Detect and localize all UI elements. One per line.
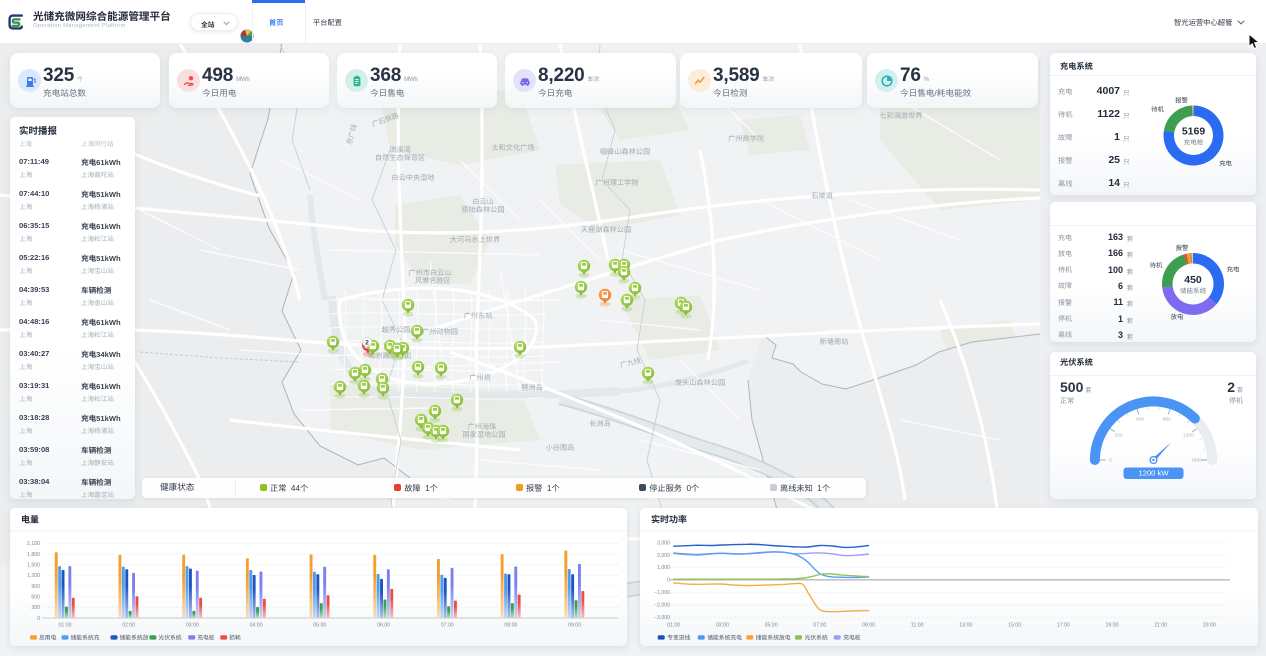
svg-text:广州商学院: 广州商学院 xyxy=(728,134,764,143)
svg-text:0: 0 xyxy=(1109,457,1112,463)
svg-text:02:00: 02:00 xyxy=(122,623,135,629)
svg-text:实时功率: 实时功率 xyxy=(651,515,687,525)
svg-text:09:00: 09:00 xyxy=(862,623,875,629)
svg-text:08:00: 08:00 xyxy=(504,623,517,629)
svg-text:琶洲岛: 琶洲岛 xyxy=(521,383,543,392)
svg-text:专变进线: 专变进线 xyxy=(667,635,690,642)
svg-text:待机: 待机 xyxy=(1151,106,1164,114)
svg-text:自然生态保育区: 自然生态保育区 xyxy=(375,153,425,162)
svg-text:广州理工学院: 广州理工学院 xyxy=(595,178,638,187)
svg-text:原始森林公园: 原始森林公园 xyxy=(461,205,504,214)
svg-text:新塘南站: 新塘南站 xyxy=(820,337,849,346)
svg-text:1600: 1600 xyxy=(1191,457,1202,463)
svg-text:充电: 充电 xyxy=(1227,266,1240,274)
svg-text:龙头山森林公园: 龙头山森林公园 xyxy=(675,378,725,387)
svg-text:05:00: 05:00 xyxy=(313,623,326,629)
svg-text:白云中央湿地: 白云中央湿地 xyxy=(391,173,434,182)
svg-text:太和文化广场: 太和文化广场 xyxy=(491,143,534,152)
svg-text:09:00: 09:00 xyxy=(568,623,581,629)
svg-text:2: 2 xyxy=(365,339,369,346)
svg-text:待机: 待机 xyxy=(1150,262,1163,270)
svg-text:01:00: 01:00 xyxy=(59,623,72,629)
svg-text:天鹿湖森林公园: 天鹿湖森林公园 xyxy=(581,225,631,234)
svg-text:0: 0 xyxy=(667,578,670,584)
svg-text:2,000: 2,000 xyxy=(657,553,670,559)
svg-text:23:00: 23:00 xyxy=(1203,623,1216,629)
svg-text:07:00: 07:00 xyxy=(441,623,454,629)
svg-text:0: 0 xyxy=(37,616,40,622)
svg-text:21:00: 21:00 xyxy=(1154,623,1167,629)
svg-text:300: 300 xyxy=(31,605,40,611)
svg-text:充电桩: 充电桩 xyxy=(843,635,861,642)
svg-text:−3,000: −3,000 xyxy=(654,615,670,621)
svg-text:储能系统充电: 储能系统充电 xyxy=(707,635,742,642)
svg-text:充电: 充电 xyxy=(1219,160,1232,168)
svg-text:放电: 放电 xyxy=(1171,313,1184,321)
svg-text:越秀公园: 越秀公园 xyxy=(382,325,411,334)
svg-text:640: 640 xyxy=(1136,416,1144,422)
svg-text:−2,000: −2,000 xyxy=(654,603,670,609)
svg-text:07:00: 07:00 xyxy=(813,623,826,629)
svg-text:06:00: 06:00 xyxy=(377,623,390,629)
svg-text:广州东站: 广州东站 xyxy=(464,311,493,320)
svg-text:900: 900 xyxy=(31,584,40,590)
svg-text:03:00: 03:00 xyxy=(716,623,729,629)
svg-text:01:00: 01:00 xyxy=(667,623,680,629)
svg-text:13:00: 13:00 xyxy=(959,623,972,629)
svg-text:600: 600 xyxy=(31,595,40,601)
svg-text:储能系统: 储能系统 xyxy=(1180,287,1207,295)
svg-text:04:00: 04:00 xyxy=(250,623,263,629)
svg-text:光伏系统: 光伏系统 xyxy=(158,635,181,642)
svg-text:450: 450 xyxy=(1184,274,1202,286)
svg-text:充电枪: 充电枪 xyxy=(1184,139,1204,147)
svg-text:储能系统充: 储能系统充 xyxy=(71,635,100,642)
svg-text:报警: 报警 xyxy=(1176,244,1189,252)
svg-text:15:00: 15:00 xyxy=(1008,623,1021,629)
svg-text:长洲岛: 长洲岛 xyxy=(589,419,611,428)
svg-text:320: 320 xyxy=(1115,432,1123,438)
svg-text:5169: 5169 xyxy=(1182,126,1206,138)
svg-text:1200 kW: 1200 kW xyxy=(1139,468,1170,477)
svg-text:1,000: 1,000 xyxy=(657,565,670,571)
svg-text:石坡道: 石坡道 xyxy=(811,191,833,200)
svg-text:风景名胜区: 风景名胜区 xyxy=(415,276,451,285)
svg-text:广州动物园: 广州动物园 xyxy=(422,327,458,336)
svg-text:1280: 1280 xyxy=(1183,432,1194,438)
svg-text:七彩澜游世界: 七彩澜游世界 xyxy=(879,111,922,120)
svg-text:−1,000: −1,000 xyxy=(654,590,670,596)
svg-text:广州塔: 广州塔 xyxy=(469,373,491,382)
svg-text:小谷围岛: 小谷围岛 xyxy=(546,443,575,452)
svg-text:储能系统放电: 储能系统放电 xyxy=(756,635,791,642)
svg-text:05:00: 05:00 xyxy=(765,623,778,629)
svg-text:帽峰山森林公园: 帽峰山森林公园 xyxy=(600,147,650,156)
svg-text:03:00: 03:00 xyxy=(186,623,199,629)
svg-text:17:00: 17:00 xyxy=(1057,623,1070,629)
svg-text:报警: 报警 xyxy=(1175,97,1188,105)
svg-text:国家湿地公园: 国家湿地公园 xyxy=(462,430,505,439)
svg-text:11:00: 11:00 xyxy=(911,623,924,629)
svg-text:损耗: 损耗 xyxy=(229,635,241,642)
svg-text:3,000: 3,000 xyxy=(657,540,670,546)
svg-text:充电桩: 充电桩 xyxy=(197,635,215,642)
svg-text:1,800: 1,800 xyxy=(27,552,40,558)
svg-text:960: 960 xyxy=(1163,416,1171,422)
svg-text:1,200: 1,200 xyxy=(27,573,40,579)
svg-text:总用电: 总用电 xyxy=(39,635,57,642)
svg-text:储能系统放: 储能系统放 xyxy=(120,635,149,642)
svg-text:2,100: 2,100 xyxy=(27,541,40,547)
svg-text:光伏系统: 光伏系统 xyxy=(805,635,828,642)
svg-text:电量: 电量 xyxy=(21,515,39,525)
svg-text:1,500: 1,500 xyxy=(27,563,40,569)
svg-text:19:00: 19:00 xyxy=(1106,623,1119,629)
svg-text:大河马水上世界: 大河马水上世界 xyxy=(450,235,500,244)
